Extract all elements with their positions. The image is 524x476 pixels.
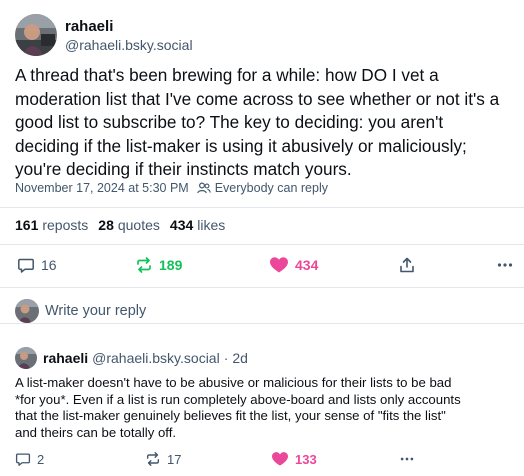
avatar	[15, 299, 39, 323]
divider	[0, 244, 524, 245]
comment-icon	[18, 258, 34, 273]
likes-label: likes	[197, 217, 226, 233]
reply-count: 16	[41, 257, 57, 273]
reposts-label: reposts	[42, 217, 89, 233]
reply-button[interactable]: 16	[17, 256, 57, 274]
post-text: A thread that's been brewing for a while…	[15, 64, 515, 182]
share-button[interactable]	[398, 256, 416, 274]
divider	[0, 323, 524, 324]
reply-author-name[interactable]: rahaeli	[43, 350, 88, 366]
divider	[0, 287, 524, 288]
reply-composer-placeholder: Write your reply	[45, 303, 147, 319]
post-text-line: deciding if the list-maker is using it a…	[15, 135, 467, 156]
reply-composer[interactable]: Write your reply	[15, 299, 146, 323]
quotes-stat[interactable]: 28 quotes	[98, 217, 160, 233]
reply-author[interactable]: rahaeli @rahaeli.bsky.social · 2d	[15, 347, 248, 369]
post-meta: November 17, 2024 at 5:30 PM Everybody c…	[15, 181, 328, 195]
post-actions: 16 189 434	[15, 256, 515, 276]
more-icon	[400, 457, 414, 461]
reply-text: A list-maker doesn't have to be abusive …	[15, 375, 515, 441]
likes-stat[interactable]: 434 likes	[170, 217, 225, 233]
quotes-label: quotes	[117, 217, 160, 233]
avatar[interactable]	[15, 14, 57, 56]
reposts-count: 161	[15, 217, 39, 233]
repost-count: 17	[167, 451, 182, 467]
like-count: 434	[295, 257, 319, 273]
divider	[0, 207, 524, 208]
repost-count: 189	[159, 257, 183, 273]
reply-age[interactable]: 2d	[232, 350, 248, 366]
comment-icon	[15, 453, 31, 466]
reply-text-line: and theirs can be totally off.	[15, 424, 177, 440]
heart-icon	[272, 452, 288, 466]
heart-icon	[270, 257, 288, 273]
reposts-stat[interactable]: 161 reposts	[15, 217, 88, 233]
more-button[interactable]	[497, 256, 513, 274]
avatar[interactable]	[15, 347, 37, 369]
post-text-line: moderation list that I've come across to…	[15, 88, 500, 109]
post-text-line: you're deciding if their instincts match…	[15, 159, 352, 180]
quotes-count: 28	[98, 217, 114, 233]
repost-icon	[137, 257, 151, 273]
avatar-photo-icon	[15, 14, 57, 56]
share-icon	[400, 257, 414, 273]
repost-button[interactable]: 189	[135, 256, 182, 274]
like-button[interactable]: 434	[269, 256, 318, 274]
reply-count: 2	[37, 451, 45, 467]
post-text-line: A thread that's been brewing for a while…	[15, 65, 439, 85]
avatar-photo-icon	[15, 299, 39, 323]
reply-text-line: that the list-maker genuinely believes f…	[15, 408, 446, 424]
people-icon	[196, 182, 211, 194]
reply-audience: Everybody can reply	[214, 181, 328, 195]
author-handle[interactable]: @rahaeli.bsky.social	[65, 36, 193, 54]
reply-button[interactable]: 2	[15, 451, 44, 467]
meta-separator: ·	[223, 350, 229, 366]
like-count: 133	[295, 451, 317, 467]
more-button[interactable]	[399, 451, 415, 467]
reply-actions: 2 17 133	[15, 451, 515, 469]
repost-icon	[146, 452, 160, 466]
like-button[interactable]: 133	[271, 451, 317, 467]
reply-text-line: A list-maker doesn't have to be abusive …	[15, 375, 452, 390]
post-author[interactable]: rahaeli @rahaeli.bsky.social	[15, 14, 193, 56]
likes-count: 434	[169, 217, 194, 233]
post-text-line: good list to subscribe to? The key to de…	[15, 112, 444, 133]
repost-button[interactable]: 17	[145, 451, 181, 467]
author-display-name[interactable]: rahaeli	[65, 17, 193, 36]
reply-author-handle[interactable]: @rahaeli.bsky.social	[92, 350, 220, 366]
post-timestamp[interactable]: November 17, 2024 at 5:30 PM	[15, 181, 189, 195]
avatar-photo-icon	[15, 347, 37, 369]
post-stats: 161 reposts 28 quotes 434 likes	[15, 217, 235, 233]
more-icon	[497, 263, 513, 267]
reply-text-line: *for you*. Even if a list is run complet…	[15, 391, 461, 407]
